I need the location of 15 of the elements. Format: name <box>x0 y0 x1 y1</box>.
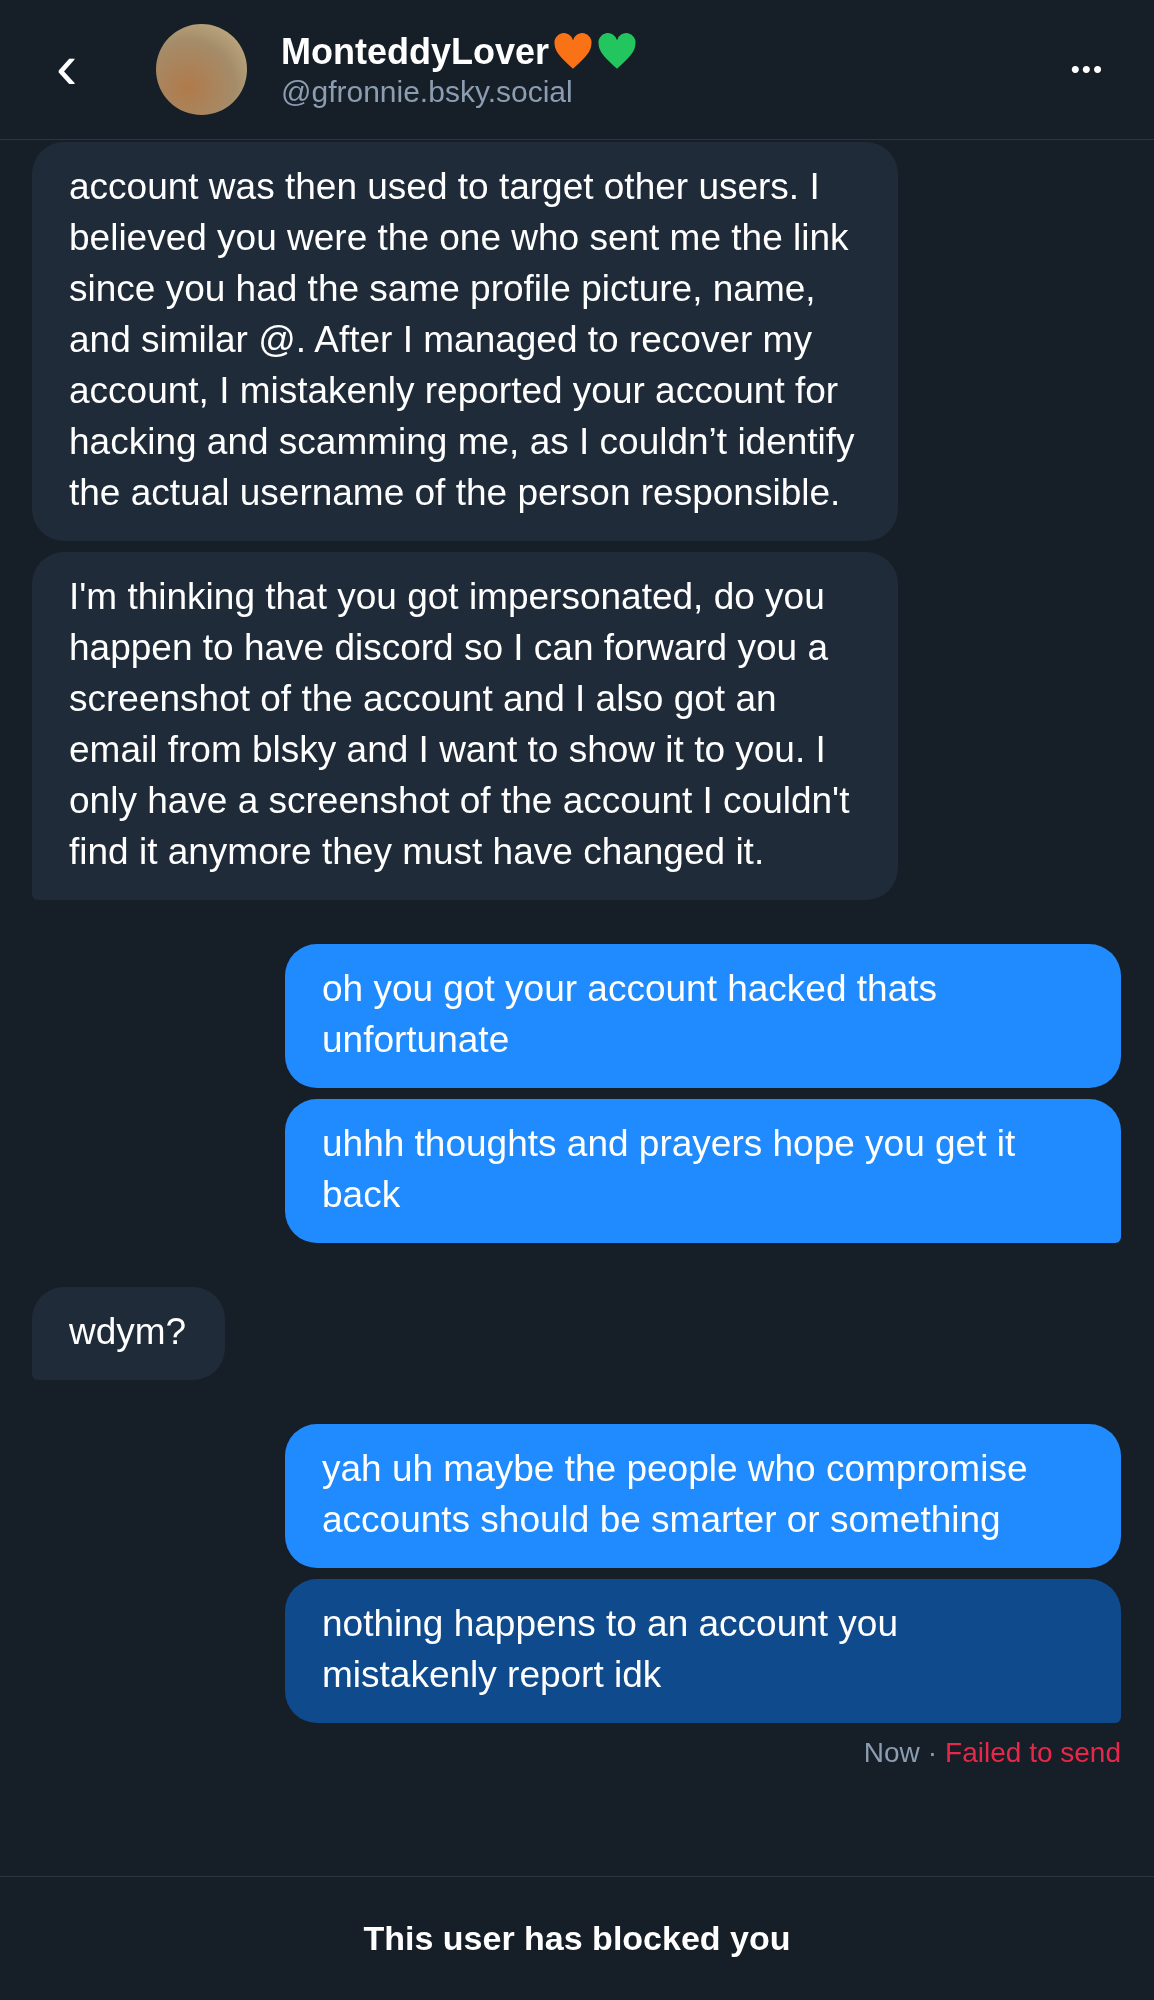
send-status[interactable]: Failed to send <box>945 1737 1121 1769</box>
message-bubble: yah uh maybe the people who compromise accounts should be smarter or something <box>285 1424 1121 1568</box>
message-bubble: oh you got your account hacked thats unfortunate <box>285 944 1121 1088</box>
contact-name: MonteddyLover <box>281 30 549 73</box>
message-bubble: nothing happens to an account you mistakenly report idk <box>285 1579 1121 1723</box>
contact-handle: @gfronnie.bsky.social <box>281 74 574 109</box>
message-bubble: I'm thinking that you got impersonated, do you happen to have discord so I can forward you a screenshot of the account and I also got an email from blsky and I want to show it to you. I only have a screenshot of the account I couldn't find it anymore they must have changed it. <box>32 552 898 900</box>
message-bubble: uhhh thoughts and prayers hope you get it back <box>285 1099 1121 1243</box>
blocked-notice: This user has blocked you <box>363 1919 791 1958</box>
message-bubble: account was then used to target other users. I believed you were the one who sent me the link since you had the same profile picture, name, and similar @. After I managed to recover my account, I mistakenly reported your account for hacking and scamming me, as I couldn’t identify the actual username of the person responsible. <box>32 142 898 541</box>
more-button[interactable]: ••• <box>1070 54 1104 85</box>
message-time: Now <box>863 1737 920 1769</box>
back-button[interactable]: ‹ <box>56 33 100 98</box>
separator-dot: · <box>927 1737 938 1769</box>
message-bubble: wdym? <box>32 1287 226 1380</box>
